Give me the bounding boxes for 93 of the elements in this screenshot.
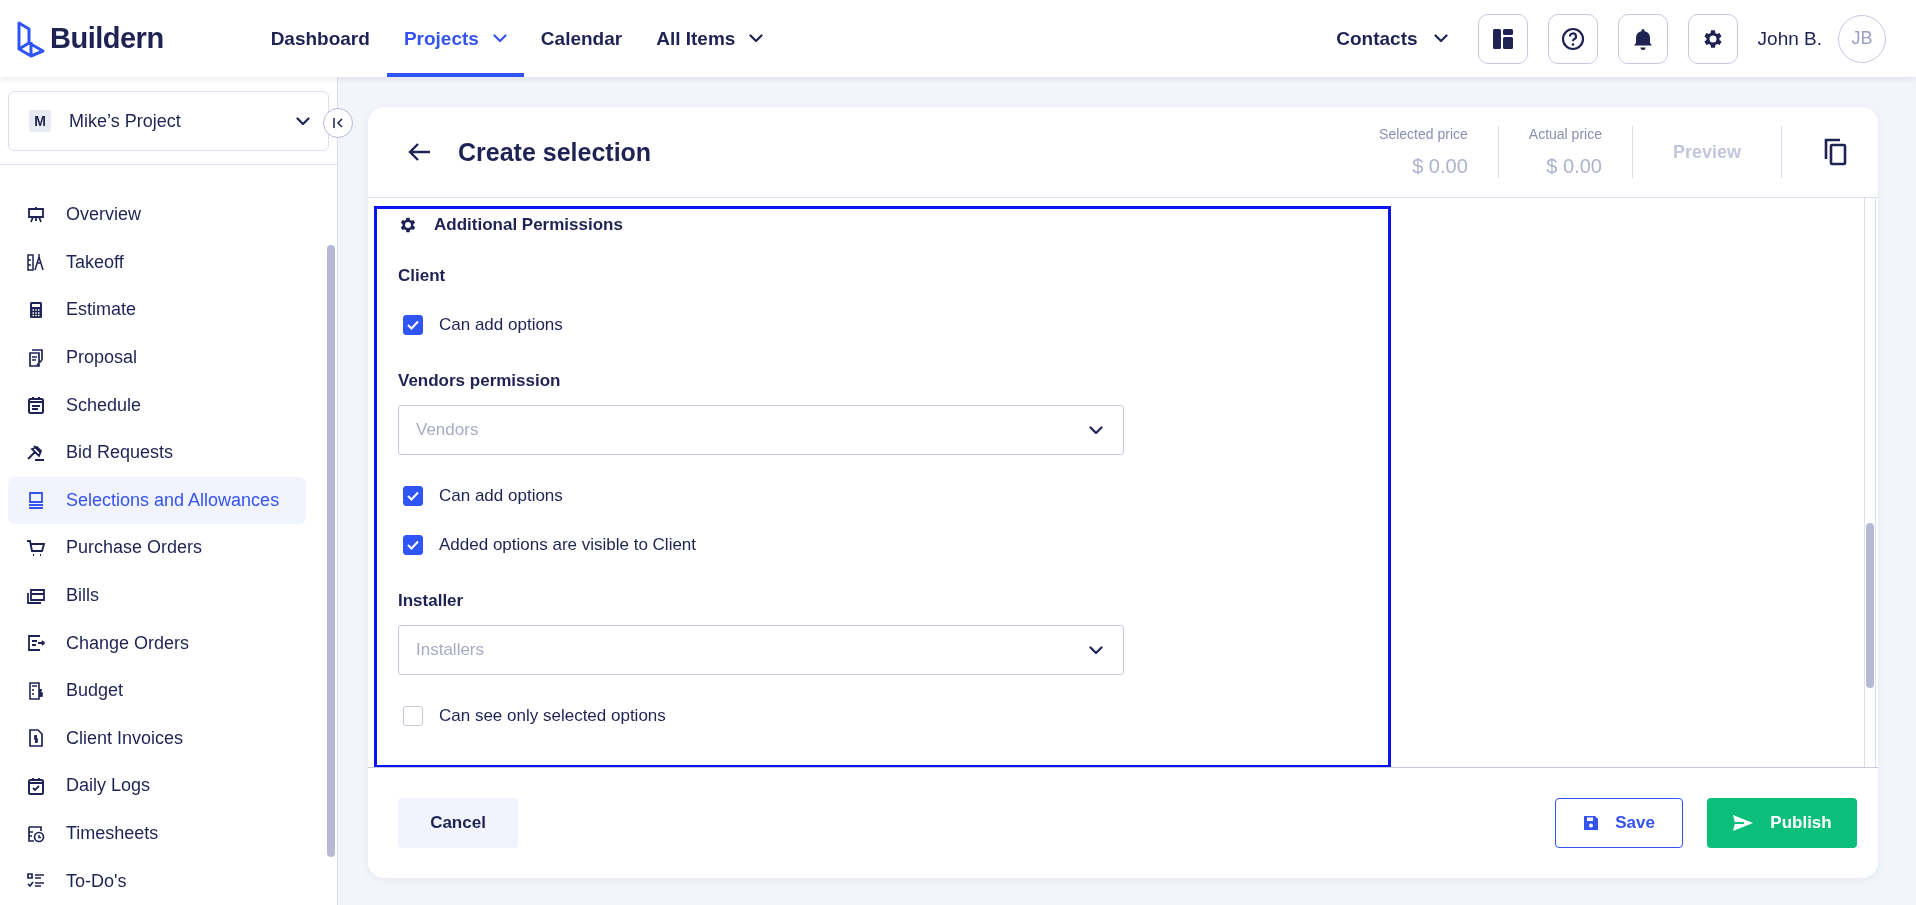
copy-icon[interactable] bbox=[1822, 137, 1848, 167]
checkbox-label: Can add options bbox=[439, 314, 563, 335]
section-title: Additional Permissions bbox=[434, 215, 623, 235]
sidebar-item[interactable]: To-Do's bbox=[8, 857, 306, 905]
save-button[interactable]: Save bbox=[1555, 798, 1683, 848]
easel-icon bbox=[26, 204, 46, 225]
chevron-down-icon bbox=[1089, 645, 1103, 655]
cancel-button[interactable]: Cancel bbox=[398, 798, 518, 848]
checkbox-label: Added options are visible to Client bbox=[439, 534, 697, 555]
monitor-icon bbox=[26, 490, 46, 511]
layout-icon bbox=[1491, 27, 1514, 50]
group-heading: Vendors permission bbox=[398, 371, 562, 391]
checkbox[interactable] bbox=[403, 485, 423, 506]
price-value: $ 0.00 bbox=[1412, 155, 1468, 178]
price-value: $ 0.00 bbox=[1546, 155, 1602, 178]
sidebar-item[interactable]: Change Orders bbox=[8, 619, 306, 667]
document-pen-icon bbox=[26, 347, 46, 368]
nav-tab[interactable]: All Items bbox=[639, 0, 781, 77]
checkbox[interactable] bbox=[403, 314, 423, 335]
calendar-icon bbox=[26, 395, 46, 416]
document-dollar-icon bbox=[26, 680, 46, 701]
sidebar-label: To-Do's bbox=[66, 870, 127, 892]
help-button[interactable] bbox=[1547, 13, 1598, 64]
sidebar-item[interactable]: Selections and Allowances bbox=[8, 476, 306, 525]
bell-icon bbox=[1631, 26, 1654, 51]
sidebar-item[interactable]: Bills bbox=[8, 571, 306, 620]
sidebar-item[interactable]: Timesheets bbox=[8, 809, 306, 858]
sidebar-label: Daily Logs bbox=[66, 775, 151, 797]
group-heading: Client bbox=[398, 266, 447, 286]
gavel-icon bbox=[26, 442, 46, 463]
sidebar-label: Bills bbox=[66, 585, 99, 607]
project-select[interactable]: M Mike’s Project bbox=[8, 91, 329, 151]
cube-logo-icon bbox=[16, 19, 46, 58]
project-badge: M bbox=[29, 110, 51, 132]
sidebar-item[interactable]: Takeoff bbox=[8, 238, 306, 287]
sidebar-label: Timesheets bbox=[66, 823, 159, 844]
page-title: Create selection bbox=[458, 137, 653, 167]
price-label: Selected price bbox=[1379, 126, 1468, 142]
send-icon bbox=[1732, 814, 1755, 832]
scrollbar-thumb[interactable] bbox=[1866, 523, 1874, 688]
sidebar-item[interactable]: Budget bbox=[8, 666, 306, 715]
sidebar-item[interactable]: Estimate bbox=[8, 286, 306, 334]
sidebar-label: Selections and Allowances bbox=[66, 489, 280, 511]
calendar-check-icon bbox=[26, 775, 46, 796]
sidebar-label: Purchase Orders bbox=[66, 537, 203, 559]
collapse-icon bbox=[332, 117, 344, 129]
nav-tab[interactable]: Calendar bbox=[523, 0, 640, 77]
document-arrow-icon bbox=[26, 633, 46, 654]
cart-icon bbox=[26, 537, 46, 558]
checkbox-label: Can see only selected options bbox=[439, 705, 666, 726]
sidebar-label: Proposal bbox=[66, 347, 138, 369]
help-icon bbox=[1560, 26, 1585, 51]
sidebar-item[interactable]: Client Invoices bbox=[8, 714, 306, 763]
sidebar-item[interactable]: Overview bbox=[8, 191, 306, 239]
notifications-button[interactable] bbox=[1617, 13, 1668, 64]
collapse-sidebar-button[interactable] bbox=[323, 108, 353, 138]
sidebar-item[interactable]: Daily Logs bbox=[8, 762, 306, 810]
sidebar-label: Takeoff bbox=[66, 251, 124, 273]
sidebar-item[interactable]: Schedule bbox=[8, 381, 306, 429]
group-heading: Installer bbox=[398, 591, 465, 611]
user-name: John B. bbox=[1757, 27, 1822, 50]
sidebar-item[interactable]: Proposal bbox=[8, 333, 306, 382]
back-arrow-icon[interactable] bbox=[408, 142, 432, 162]
chevron-down-icon bbox=[296, 116, 310, 126]
sidebar-label: Client Invoices bbox=[66, 727, 184, 749]
project-name: Mike’s Project bbox=[69, 110, 182, 132]
checkmark-icon bbox=[407, 539, 419, 550]
sidebar-label: Schedule bbox=[66, 394, 142, 416]
sidebar-label: Budget bbox=[66, 680, 124, 702]
checkmark-icon bbox=[407, 319, 419, 330]
contacts-menu[interactable]: Contacts bbox=[1336, 27, 1448, 50]
checkbox-label: Can add options bbox=[439, 485, 563, 506]
gear-icon bbox=[398, 215, 418, 235]
sidebar-label: Change Orders bbox=[66, 632, 190, 654]
sidebar-item[interactable]: Bid Requests bbox=[8, 428, 306, 477]
nav-tab[interactable]: Projects bbox=[386, 0, 524, 77]
scrollbar-thumb[interactable] bbox=[327, 245, 335, 857]
sidebar-label: Overview bbox=[66, 204, 141, 226]
clock-sheet-icon bbox=[26, 823, 46, 844]
checkmark-icon bbox=[407, 490, 419, 501]
chevron-down-icon bbox=[1433, 34, 1448, 43]
checkbox[interactable] bbox=[403, 534, 423, 555]
sidebar-item[interactable]: Purchase Orders bbox=[8, 524, 306, 572]
chevron-down-icon bbox=[1089, 425, 1103, 435]
brand-name: Buildern bbox=[50, 22, 164, 55]
invoice-icon bbox=[26, 728, 46, 749]
sidebar-label: Estimate bbox=[66, 299, 137, 321]
layout-button[interactable] bbox=[1477, 13, 1528, 64]
settings-button[interactable] bbox=[1687, 13, 1738, 64]
price-label: Actual price bbox=[1528, 126, 1602, 142]
sidebar-label: Bid Requests bbox=[66, 442, 174, 464]
nav-tab[interactable]: Dashboard bbox=[253, 0, 387, 77]
ruler-compass-icon bbox=[26, 252, 46, 273]
